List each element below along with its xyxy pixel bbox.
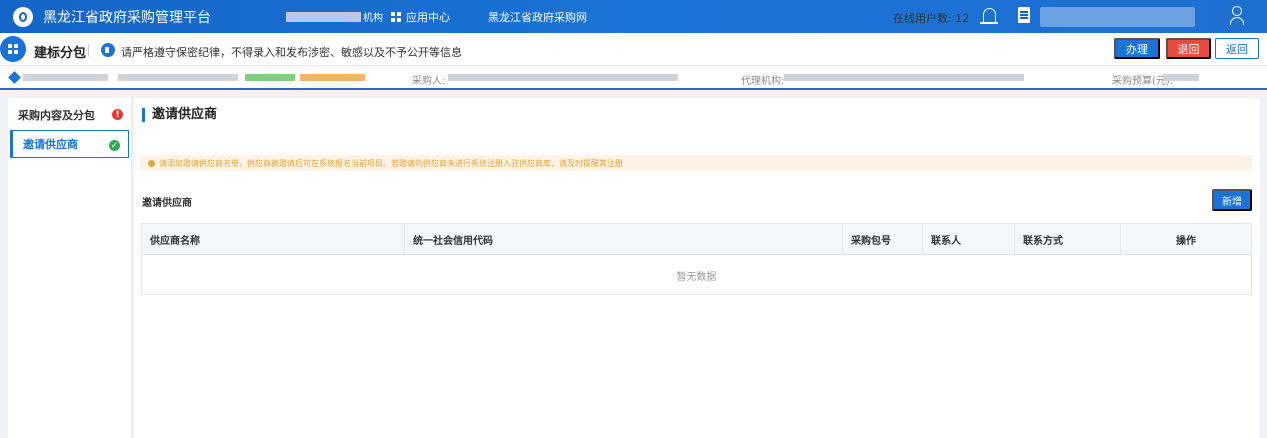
section-title: 邀请供应商 [142, 108, 217, 122]
step-item-invite-suppliers[interactable]: 邀请供应商 ✓ [10, 130, 129, 158]
page-title: 建标分包 [34, 46, 87, 61]
empty-state-text: 暂无数据 [676, 271, 717, 283]
alert-text: 请添加邀请供应商名单，供应商被邀请后可在系统报名当前项目。若邀请的供应商未进行系… [159, 158, 623, 168]
error-icon: ! [112, 109, 123, 120]
confidentiality-notice: 请严格遵守保密纪律，不得录入和发布涉密、敏感以及不予公开等信息 [121, 46, 462, 59]
app-title: 黑龙江省政府采购管理平台 [43, 9, 211, 26]
gov-procurement-site-link[interactable]: 黑龙江省政府采购网 [488, 9, 587, 25]
info-circle-icon [148, 159, 155, 167]
masked-purchaser [448, 74, 678, 81]
masked-org-name [286, 11, 361, 22]
page-header: 建标分包 请严格遵守保密纪律，不得录入和发布涉密、敏感以及不予公开等信息 [0, 33, 1267, 66]
masked-agency [784, 74, 1024, 81]
agency-label: 代理机构: [741, 76, 785, 87]
column-header: 供应商名称 [142, 224, 405, 254]
app-center-link[interactable]: 应用中心 [391, 9, 450, 25]
main-content: 邀请供应商 请添加邀请供应商名单，供应商被邀请后可在系统报名当前项目。若邀请的供… [134, 98, 1260, 438]
project-info-bar: 采购人: 代理机构: 采购预算(元): [0, 66, 1267, 90]
table-header: 供应商名称 统一社会信用代码 采购包号 联系人 联系方式 操作 [142, 224, 1251, 255]
masked-project-name [118, 74, 238, 81]
column-header: 采购包号 [843, 224, 923, 254]
masked-user-info[interactable] [1040, 7, 1195, 27]
speaker-icon [101, 43, 115, 57]
suppliers-table: 供应商名称 统一社会信用代码 采购包号 联系人 联系方式 操作 暂无数据 [141, 223, 1252, 295]
masked-project-tag [245, 74, 295, 81]
step-navigation: 采购内容及分包 ! 邀请供应商 ✓ [8, 98, 132, 438]
return-back-button[interactable]: 退回 [1166, 38, 1211, 59]
check-icon: ✓ [109, 140, 120, 151]
column-header: 联系方式 [1015, 224, 1121, 254]
platform-logo-icon [13, 6, 33, 27]
online-users-count: 在线用户数: 12 [893, 12, 970, 25]
masked-project-status [300, 74, 365, 81]
column-header: 联系人 [923, 224, 1015, 254]
go-back-button[interactable]: 返回 [1215, 38, 1259, 59]
column-header: 操作 [1176, 235, 1196, 247]
user-icon[interactable] [1230, 6, 1244, 26]
info-alert: 请添加邀请供应商名单，供应商被邀请后可在系统报名当前项目。若邀请的供应商未进行系… [140, 155, 1252, 171]
notification-bell-icon[interactable] [980, 8, 998, 24]
add-supplier-button[interactable]: 新增 [1212, 189, 1252, 211]
invite-suppliers-subtitle: 邀请供应商 [142, 198, 192, 209]
step-label: 邀请供应商 [23, 138, 78, 151]
step-label: 采购内容及分包 [18, 109, 95, 122]
app-center-label: 应用中心 [406, 10, 450, 24]
menu-grid-icon [8, 44, 18, 54]
org-suffix: 机构 [363, 13, 383, 24]
masked-budget [1163, 74, 1199, 81]
masked-project-code [23, 74, 108, 81]
menu-toggle-button[interactable] [0, 36, 26, 62]
column-header: 统一社会信用代码 [405, 224, 843, 254]
layers-icon [8, 71, 21, 84]
purchaser-label: 采购人: [412, 76, 446, 87]
header-divider [88, 44, 89, 57]
document-icon[interactable] [1018, 7, 1030, 23]
app-grid-icon [391, 11, 401, 22]
step-item-content-and-packages[interactable]: 采购内容及分包 ! [8, 100, 131, 130]
handle-button[interactable]: 办理 [1114, 38, 1160, 59]
